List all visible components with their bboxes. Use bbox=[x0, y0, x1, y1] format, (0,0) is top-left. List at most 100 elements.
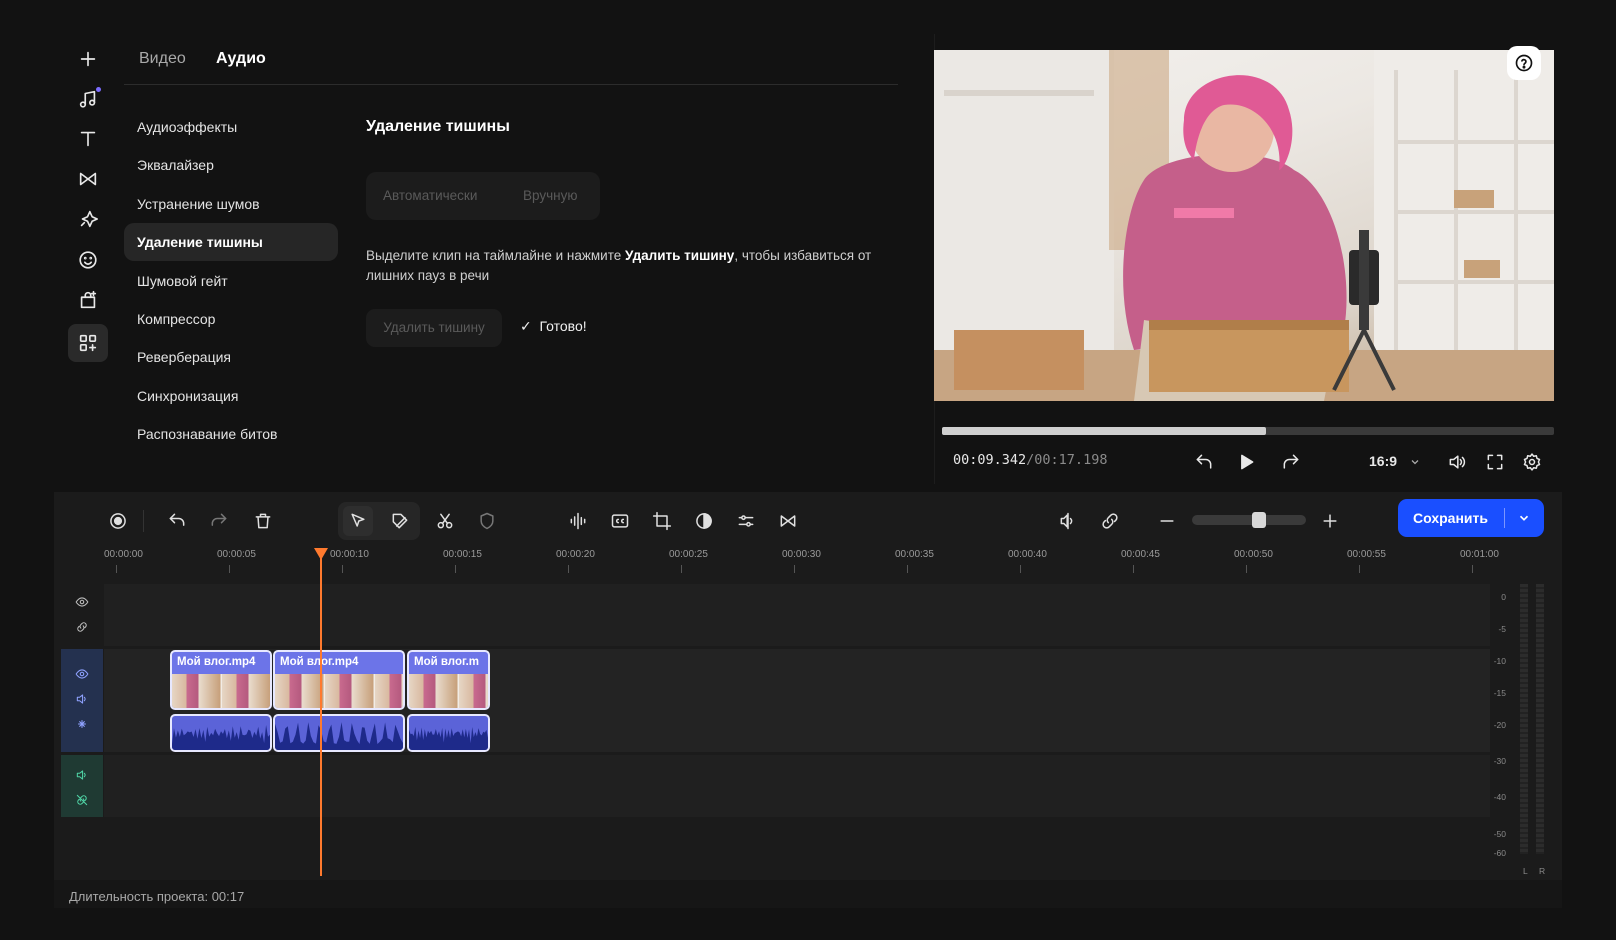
delete-button[interactable] bbox=[248, 506, 278, 536]
shield-icon bbox=[480, 512, 494, 530]
adjustments-button[interactable] bbox=[731, 506, 761, 536]
ruler-label: 00:00:20 bbox=[556, 549, 595, 560]
ruler-tick bbox=[1359, 565, 1360, 573]
playhead-line[interactable] bbox=[320, 558, 322, 876]
text-button[interactable] bbox=[68, 120, 108, 158]
menu-item-compressor[interactable]: Компрессор bbox=[124, 300, 338, 338]
audio-track-unlink[interactable] bbox=[74, 792, 90, 808]
undo-button[interactable] bbox=[162, 506, 192, 536]
video-clip[interactable]: Мой влог.mp4 bbox=[170, 650, 272, 710]
description-text: Выделите клип на таймлайне и нажмите bbox=[366, 248, 626, 263]
description-bold-text: Удалить тишину bbox=[625, 248, 735, 263]
db-label: -40 bbox=[1493, 792, 1506, 802]
redo-button[interactable] bbox=[204, 506, 234, 536]
audio-waveform[interactable] bbox=[407, 714, 490, 752]
speaker-split-icon bbox=[1060, 512, 1073, 530]
mode-manual-option[interactable]: Вручную bbox=[523, 188, 577, 203]
minus-icon bbox=[1160, 520, 1174, 522]
save-options-dropdown[interactable] bbox=[1512, 508, 1536, 528]
volume-button[interactable] bbox=[1445, 450, 1469, 474]
preview-settings-button[interactable] bbox=[1520, 450, 1544, 474]
effects-button[interactable] bbox=[68, 200, 108, 238]
stickers-button[interactable] bbox=[68, 241, 108, 279]
ruler-tick bbox=[907, 565, 908, 573]
main-track-visibility[interactable] bbox=[74, 666, 90, 682]
ruler-tick bbox=[794, 565, 795, 573]
zoom-slider[interactable] bbox=[1192, 515, 1306, 525]
remove-silence-button[interactable]: Удалить тишину bbox=[366, 309, 502, 347]
playback-progress bbox=[942, 427, 1267, 435]
waveform-path bbox=[409, 726, 488, 750]
crop-button[interactable] bbox=[647, 506, 677, 536]
captions-button[interactable] bbox=[605, 506, 635, 536]
total-time: 00:17.198 bbox=[1034, 452, 1108, 468]
meter-label-right: R bbox=[1539, 866, 1546, 876]
overlay-track[interactable] bbox=[104, 584, 1490, 646]
menu-item-beat-detection[interactable]: Распознавание битов bbox=[124, 415, 338, 453]
menu-item-silence-removal[interactable]: Удаление тишины bbox=[124, 223, 338, 261]
store-button[interactable] bbox=[68, 281, 108, 319]
ruler-label: 00:00:45 bbox=[1121, 549, 1160, 560]
aspect-ratio-select[interactable]: 16:9 bbox=[1369, 453, 1421, 469]
cut-button[interactable] bbox=[430, 506, 460, 536]
track-visibility-toggle[interactable] bbox=[74, 594, 90, 610]
menu-item-noise-gate[interactable]: Шумовой гейт bbox=[124, 262, 338, 300]
tab-audio[interactable]: Аудио bbox=[216, 50, 266, 68]
scissors-icon bbox=[437, 513, 453, 529]
unlink-icon bbox=[76, 794, 88, 806]
save-button[interactable]: Сохранить bbox=[1398, 499, 1544, 537]
video-clip[interactable]: Мой влог.m bbox=[407, 650, 490, 710]
ruler-label: 00:00:50 bbox=[1234, 549, 1273, 560]
clip-thumbnails bbox=[409, 674, 488, 708]
magnet-button[interactable] bbox=[1095, 506, 1125, 536]
done-label: Готово! bbox=[539, 318, 587, 334]
menu-item-audio-effects[interactable]: Аудиоэффекты bbox=[124, 108, 338, 146]
split-audio-button[interactable] bbox=[563, 506, 593, 536]
menu-item-equalizer[interactable]: Эквалайзер bbox=[124, 146, 338, 184]
tab-video[interactable]: Видео bbox=[139, 50, 186, 68]
video-clip[interactable]: Мой влог.mp4 bbox=[273, 650, 405, 710]
menu-item-noise-reduction[interactable]: Устранение шумов bbox=[124, 185, 338, 223]
apps-icon bbox=[79, 334, 97, 352]
zoom-slider-handle[interactable] bbox=[1252, 512, 1266, 528]
mask-button[interactable] bbox=[472, 506, 502, 536]
track-link-toggle[interactable] bbox=[74, 619, 90, 635]
transition-tool-button[interactable] bbox=[773, 506, 803, 536]
audio-detach-button[interactable] bbox=[1053, 506, 1083, 536]
menu-item-sync[interactable]: Синхронизация bbox=[124, 377, 338, 415]
play-button[interactable] bbox=[1234, 450, 1258, 474]
record-button[interactable] bbox=[103, 506, 133, 536]
toolbar-divider bbox=[143, 510, 144, 532]
tag-icon bbox=[392, 513, 408, 529]
db-label: -10 bbox=[1493, 656, 1506, 666]
select-tool-button[interactable] bbox=[343, 506, 373, 536]
marker-tool-button[interactable] bbox=[385, 506, 415, 536]
video-preview[interactable] bbox=[934, 50, 1554, 401]
main-track-mute[interactable] bbox=[74, 691, 90, 707]
timecode: 00:09.342/00:17.198 bbox=[953, 452, 1107, 468]
main-track-magnet[interactable] bbox=[74, 716, 90, 732]
cursor-icon bbox=[351, 513, 365, 527]
audio-waveform[interactable] bbox=[273, 714, 405, 752]
link-icon bbox=[77, 622, 87, 632]
add-icon bbox=[80, 51, 96, 67]
step-forward-button[interactable] bbox=[1279, 450, 1303, 474]
audio-waveform[interactable] bbox=[170, 714, 272, 752]
menu-item-reverb[interactable]: Реверберация bbox=[124, 338, 338, 376]
redo-icon bbox=[211, 513, 227, 526]
help-icon bbox=[1515, 54, 1533, 72]
mode-auto-option[interactable]: Автоматически bbox=[383, 188, 477, 203]
color-button[interactable] bbox=[689, 506, 719, 536]
zoom-out-button[interactable] bbox=[1152, 506, 1182, 536]
help-button[interactable] bbox=[1507, 46, 1541, 80]
transitions-button[interactable] bbox=[68, 160, 108, 198]
music-button[interactable] bbox=[68, 80, 108, 118]
more-tools-button[interactable] bbox=[68, 324, 108, 362]
audio-track-mute[interactable] bbox=[74, 767, 90, 783]
step-back-button[interactable] bbox=[1192, 450, 1216, 474]
audio-track[interactable] bbox=[104, 755, 1490, 817]
fullscreen-button[interactable] bbox=[1483, 450, 1507, 474]
add-media-button[interactable] bbox=[68, 40, 108, 78]
zoom-in-button[interactable] bbox=[1315, 506, 1345, 536]
ruler-label: 00:01:00 bbox=[1460, 549, 1499, 560]
